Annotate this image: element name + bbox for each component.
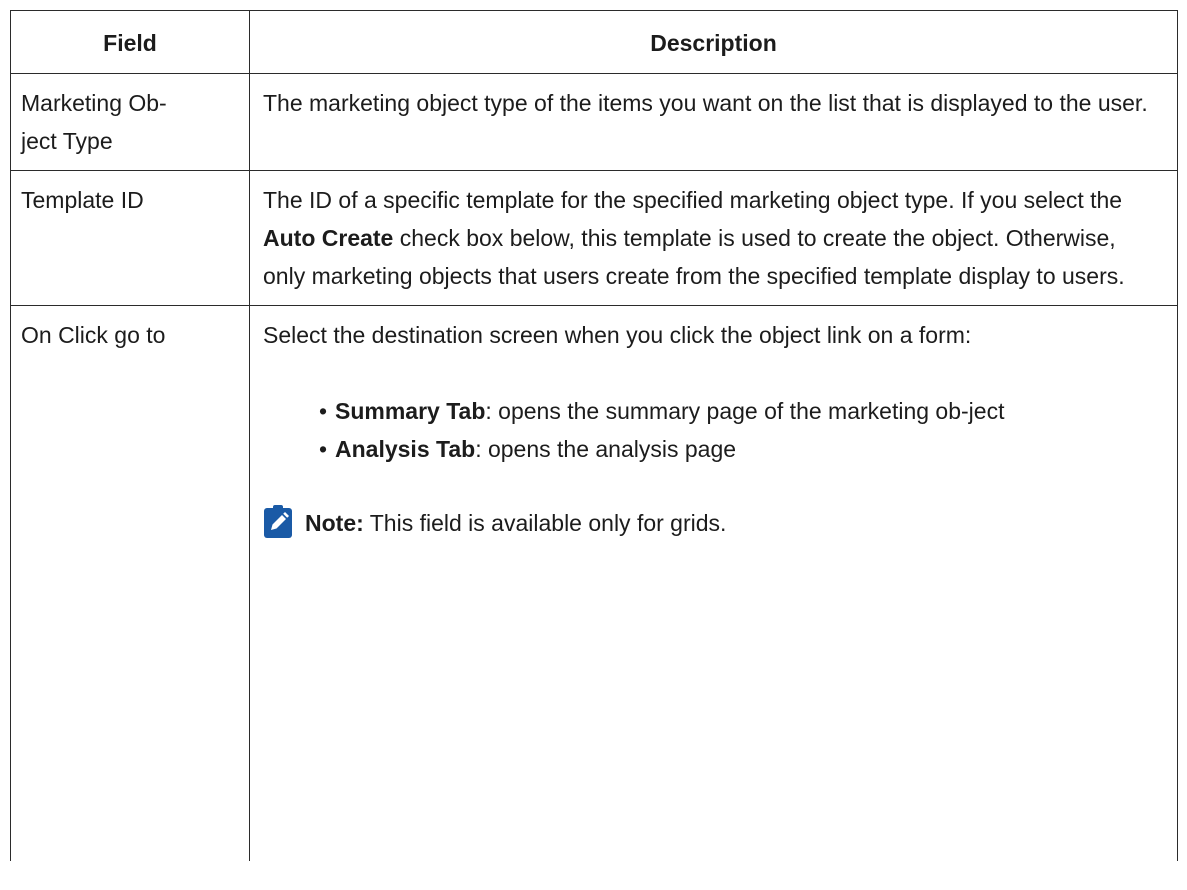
- table-row: On Click go to Select the destination sc…: [10, 305, 1178, 861]
- option-list: Summary Tab: opens the summary page of t…: [263, 392, 1163, 468]
- table-header-row: Field Description: [10, 10, 1178, 74]
- header-field: Field: [10, 10, 250, 74]
- field-name-line1: Marketing Ob-: [21, 90, 167, 116]
- field-cell: Template ID: [10, 170, 250, 306]
- table-row: Template ID The ID of a specific templat…: [10, 170, 1178, 306]
- description-cell: The ID of a specific template for the sp…: [249, 170, 1178, 306]
- table-row: Marketing Ob- ject Type The marketing ob…: [10, 73, 1178, 171]
- description-cell: Select the destination screen when you c…: [249, 305, 1178, 861]
- field-name: On Click go to: [21, 322, 166, 348]
- header-description: Description: [249, 10, 1178, 74]
- list-item: Analysis Tab: opens the analysis page: [319, 430, 1163, 468]
- auto-create-term: Auto Create: [263, 225, 394, 251]
- field-name-line2: ject Type: [21, 128, 113, 154]
- field-cell: Marketing Ob- ject Type: [10, 73, 250, 171]
- option-text: : opens the analysis page: [475, 436, 737, 462]
- description-text: The ID of a specific template for the sp…: [263, 187, 1123, 213]
- note: Note: This field is available only for g…: [263, 504, 1163, 542]
- pencil-note-icon: [263, 505, 293, 539]
- description-intro: Select the destination screen when you c…: [263, 322, 972, 348]
- note-text: This field is available only for grids.: [363, 510, 727, 536]
- description-text-continued: check box below, this template is used t…: [263, 225, 1125, 289]
- field-name: Template ID: [21, 187, 144, 213]
- description-text: The marketing object type of the items y…: [263, 90, 1148, 116]
- description-cell: The marketing object type of the items y…: [249, 73, 1178, 171]
- option-text: : opens the summary page of the marketin…: [485, 398, 1005, 424]
- option-label: Analysis Tab: [335, 436, 476, 462]
- option-label: Summary Tab: [335, 398, 486, 424]
- note-label: Note:: [305, 510, 364, 536]
- list-item: Summary Tab: opens the summary page of t…: [319, 392, 1163, 430]
- field-cell: On Click go to: [10, 305, 250, 861]
- fields-table: Field Description Marketing Ob- ject Typ…: [10, 10, 1178, 861]
